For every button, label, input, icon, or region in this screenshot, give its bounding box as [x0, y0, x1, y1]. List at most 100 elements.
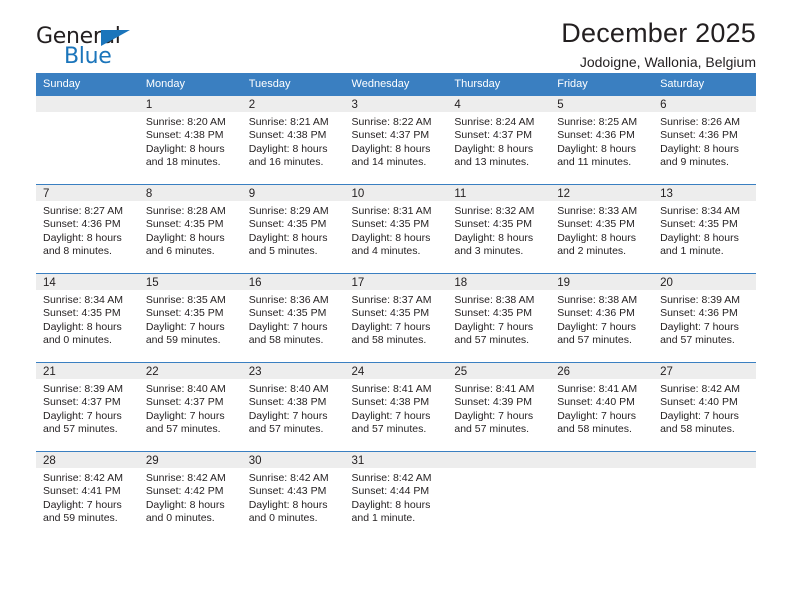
- day-sun-info: Sunrise: 8:39 AM Sunset: 4:37 PM Dayligh…: [43, 383, 123, 435]
- calendar-week-row: 7 Sunrise: 8:27 AM Sunset: 4:36 PM Daylig…: [36, 184, 756, 273]
- day-number: 16: [248, 277, 262, 289]
- day-number: 6: [660, 99, 667, 111]
- calendar-day-cell[interactable]: 2 Sunrise: 8:21 AM Sunset: 4:38 PM Daylig…: [241, 95, 345, 184]
- day-number: 11: [454, 188, 467, 200]
- day-sun-info: Sunrise: 8:37 AM Sunset: 4:35 PM Dayligh…: [351, 294, 432, 346]
- calendar-day-cell[interactable]: 27 Sunrise: 8:42 AM Sunset: 4:40 PM Dayli…: [653, 362, 756, 451]
- day-number: 25: [454, 366, 468, 378]
- day-sun-info: Sunrise: 8:24 AM Sunset: 4:37 PM Dayligh…: [454, 116, 535, 168]
- day-number: 7: [43, 188, 50, 200]
- calendar-cell: [447, 451, 551, 540]
- calendar-header-row: Sunday Monday Tuesday Wednesday Thursday Frid…: [36, 73, 756, 95]
- calendar-cell: [36, 95, 139, 184]
- calendar-cell: 1 Sunrise: 8:20 AM Sunset: 4:38 PM Daylig…: [138, 95, 242, 184]
- calendar-day-cell[interactable]: 11 Sunrise: 8:32 AM Sunset: 4:35 PM Dayli…: [447, 184, 551, 273]
- day-sun-info: Sunrise: 8:22 AM Sunset: 4:37 PM Dayligh…: [351, 116, 432, 168]
- calendar-cell: 11 Sunrise: 8:32 AM Sunset: 4:35 PM Dayli…: [447, 184, 551, 273]
- day-sun-info: Sunrise: 8:41 AM Sunset: 4:40 PM Dayligh…: [557, 383, 638, 435]
- calendar-week-row: 1 Sunrise: 8:20 AM Sunset: 4:38 PM Daylig…: [36, 95, 756, 184]
- calendar-day-cell[interactable]: 30 Sunrise: 8:42 AM Sunset: 4:43 PM Dayli…: [241, 451, 345, 540]
- calendar-body: 1 Sunrise: 8:20 AM Sunset: 4:38 PM Daylig…: [36, 95, 756, 540]
- day-number: 22: [145, 366, 159, 378]
- calendar-cell: 12 Sunrise: 8:33 AM Sunset: 4:35 PM Dayli…: [550, 184, 654, 273]
- calendar-day-cell[interactable]: 31 Sunrise: 8:42 AM Sunset: 4:44 PM Dayli…: [344, 451, 448, 540]
- calendar-week-row: 14 Sunrise: 8:34 AM Sunset: 4:35 PM Dayli…: [36, 273, 756, 362]
- day-sun-info: Sunrise: 8:34 AM Sunset: 4:35 PM Dayligh…: [660, 205, 741, 257]
- day-number: 15: [145, 277, 159, 289]
- day-number: 13: [660, 188, 673, 200]
- calendar-day-cell[interactable]: 15 Sunrise: 8:35 AM Sunset: 4:35 PM Dayli…: [138, 273, 242, 362]
- calendar-table: Sunday Monday Tuesday Wednesday Thursday Frid…: [36, 73, 756, 540]
- day-number: 4: [454, 99, 461, 111]
- calendar-day-cell[interactable]: 17 Sunrise: 8:37 AM Sunset: 4:35 PM Dayli…: [344, 273, 448, 362]
- calendar-cell: 27 Sunrise: 8:42 AM Sunset: 4:40 PM Dayli…: [653, 362, 756, 451]
- day-sun-info: Sunrise: 8:41 AM Sunset: 4:39 PM Dayligh…: [454, 383, 535, 435]
- day-sun-info: Sunrise: 8:42 AM Sunset: 4:41 PM Dayligh…: [43, 472, 123, 524]
- calendar-cell: 31 Sunrise: 8:42 AM Sunset: 4:44 PM Dayli…: [344, 451, 448, 540]
- calendar-cell: 10 Sunrise: 8:31 AM Sunset: 4:35 PM Dayli…: [344, 184, 448, 273]
- day-sun-info: Sunrise: 8:42 AM Sunset: 4:42 PM Dayligh…: [145, 472, 226, 524]
- calendar-cell: 18 Sunrise: 8:38 AM Sunset: 4:35 PM Dayli…: [447, 273, 551, 362]
- title-block: December 2025 Jodoigne, Wallonia, Belgiu…: [561, 18, 756, 71]
- day-number: 31: [351, 455, 365, 467]
- calendar-day-cell[interactable]: 24 Sunrise: 8:41 AM Sunset: 4:38 PM Dayli…: [344, 362, 448, 451]
- day-number: 1: [145, 99, 153, 111]
- day-sun-info: Sunrise: 8:28 AM Sunset: 4:35 PM Dayligh…: [145, 205, 226, 257]
- calendar-day-cell[interactable]: 3 Sunrise: 8:22 AM Sunset: 4:37 PM Daylig…: [344, 95, 448, 184]
- day-number: 24: [351, 366, 365, 378]
- calendar-day-cell[interactable]: 6 Sunrise: 8:26 AM Sunset: 4:36 PM Daylig…: [653, 95, 756, 184]
- calendar-day-cell[interactable]: 4 Sunrise: 8:24 AM Sunset: 4:37 PM Daylig…: [447, 95, 551, 184]
- day-number: 26: [557, 366, 571, 378]
- calendar-cell: 29 Sunrise: 8:42 AM Sunset: 4:42 PM Dayli…: [138, 451, 242, 540]
- calendar-day-cell[interactable]: 23 Sunrise: 8:40 AM Sunset: 4:38 PM Dayli…: [241, 362, 345, 451]
- day-sun-info: Sunrise: 8:42 AM Sunset: 4:43 PM Dayligh…: [248, 472, 329, 524]
- day-number: 14: [43, 277, 56, 289]
- calendar-day-cell[interactable]: 22 Sunrise: 8:40 AM Sunset: 4:37 PM Dayli…: [138, 362, 242, 451]
- calendar-day-cell[interactable]: 13 Sunrise: 8:34 AM Sunset: 4:35 PM Dayli…: [653, 184, 756, 273]
- calendar-cell: 23 Sunrise: 8:40 AM Sunset: 4:38 PM Dayli…: [241, 362, 345, 451]
- calendar-cell: 24 Sunrise: 8:41 AM Sunset: 4:38 PM Dayli…: [344, 362, 448, 451]
- calendar-cell: 2 Sunrise: 8:21 AM Sunset: 4:38 PM Daylig…: [241, 95, 345, 184]
- calendar-day-cell[interactable]: 26 Sunrise: 8:41 AM Sunset: 4:40 PM Dayli…: [550, 362, 654, 451]
- day-number: 18: [454, 277, 468, 289]
- calendar-day-cell[interactable]: 25 Sunrise: 8:41 AM Sunset: 4:39 PM Dayli…: [447, 362, 551, 451]
- day-sun-info: Sunrise: 8:40 AM Sunset: 4:38 PM Dayligh…: [248, 383, 329, 435]
- day-number: 27: [660, 366, 673, 378]
- calendar-day-cell[interactable]: 9 Sunrise: 8:29 AM Sunset: 4:35 PM Daylig…: [241, 184, 345, 273]
- calendar-day-cell[interactable]: 16 Sunrise: 8:36 AM Sunset: 4:35 PM Dayli…: [241, 273, 345, 362]
- calendar-day-cell[interactable]: 18 Sunrise: 8:38 AM Sunset: 4:35 PM Dayli…: [447, 273, 551, 362]
- day-number: 8: [145, 188, 153, 200]
- day-number: 10: [351, 188, 365, 200]
- page-subtitle: Jodoigne, Wallonia, Belgium: [579, 54, 756, 71]
- calendar-day-cell[interactable]: 10 Sunrise: 8:31 AM Sunset: 4:35 PM Dayli…: [344, 184, 448, 273]
- calendar-day-cell[interactable]: 19 Sunrise: 8:38 AM Sunset: 4:36 PM Dayli…: [550, 273, 654, 362]
- day-number: 21: [43, 366, 56, 378]
- calendar-day-cell[interactable]: 1 Sunrise: 8:20 AM Sunset: 4:38 PM Daylig…: [138, 95, 242, 184]
- calendar-day-cell[interactable]: 28 Sunrise: 8:42 AM Sunset: 4:41 PM Dayli…: [36, 451, 139, 540]
- day-sun-info: Sunrise: 8:31 AM Sunset: 4:35 PM Dayligh…: [351, 205, 432, 257]
- day-number: 5: [557, 99, 564, 111]
- calendar-cell: 4 Sunrise: 8:24 AM Sunset: 4:37 PM Daylig…: [447, 95, 551, 184]
- calendar-cell: 3 Sunrise: 8:22 AM Sunset: 4:37 PM Daylig…: [344, 95, 448, 184]
- day-number: 17: [351, 277, 365, 289]
- calendar-cell: 6 Sunrise: 8:26 AM Sunset: 4:36 PM Daylig…: [653, 95, 756, 184]
- calendar-cell-empty: [447, 451, 551, 540]
- day-number: 3: [351, 99, 358, 111]
- calendar-day-cell[interactable]: 21 Sunrise: 8:39 AM Sunset: 4:37 PM Dayli…: [36, 362, 139, 451]
- day-number: 20: [660, 277, 673, 289]
- calendar-day-cell[interactable]: 29 Sunrise: 8:42 AM Sunset: 4:42 PM Dayli…: [138, 451, 242, 540]
- calendar-cell: 30 Sunrise: 8:42 AM Sunset: 4:43 PM Dayli…: [241, 451, 345, 540]
- calendar-cell: 15 Sunrise: 8:35 AM Sunset: 4:35 PM Dayli…: [138, 273, 242, 362]
- day-sun-info: Sunrise: 8:34 AM Sunset: 4:35 PM Dayligh…: [43, 294, 123, 346]
- calendar-day-cell[interactable]: 8 Sunrise: 8:28 AM Sunset: 4:35 PM Daylig…: [138, 184, 242, 273]
- calendar-day-cell[interactable]: 7 Sunrise: 8:27 AM Sunset: 4:36 PM Daylig…: [36, 184, 139, 273]
- day-sun-info: Sunrise: 8:42 AM Sunset: 4:44 PM Dayligh…: [351, 472, 432, 524]
- calendar-day-cell[interactable]: 12 Sunrise: 8:33 AM Sunset: 4:35 PM Dayli…: [550, 184, 654, 273]
- calendar-page: General Blue December 2025 Jodoigne, Wal…: [0, 0, 792, 612]
- calendar-day-cell[interactable]: 5 Sunrise: 8:25 AM Sunset: 4:36 PM Daylig…: [550, 95, 654, 184]
- calendar-cell: 14 Sunrise: 8:34 AM Sunset: 4:35 PM Dayli…: [36, 273, 139, 362]
- calendar-cell: 13 Sunrise: 8:34 AM Sunset: 4:35 PM Dayli…: [653, 184, 756, 273]
- calendar-day-cell[interactable]: 14 Sunrise: 8:34 AM Sunset: 4:35 PM Dayli…: [36, 273, 139, 362]
- day-number: 23: [248, 366, 262, 378]
- calendar-day-cell[interactable]: 20 Sunrise: 8:39 AM Sunset: 4:36 PM Dayli…: [653, 273, 756, 362]
